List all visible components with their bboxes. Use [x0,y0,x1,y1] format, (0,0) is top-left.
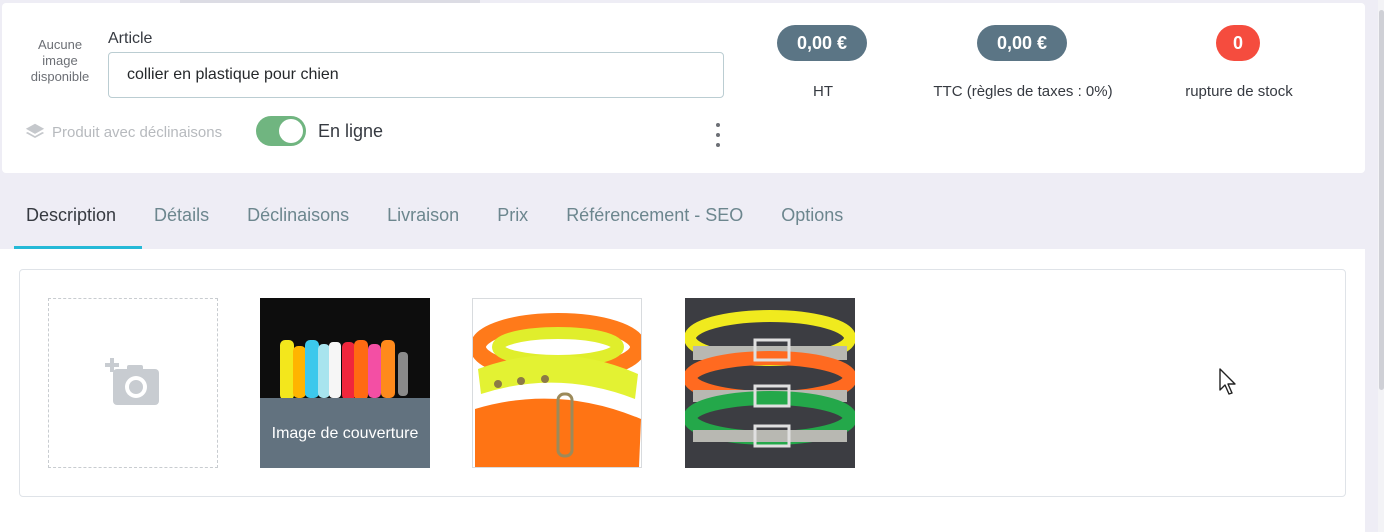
online-toggle[interactable] [256,116,306,146]
product-image-cover[interactable]: Image de couverture [260,298,430,468]
tab-livraison[interactable]: Livraison [375,193,485,249]
cover-image-label: Image de couverture [260,398,430,468]
tab-details[interactable]: Détails [142,193,235,249]
article-label: Article [108,30,153,47]
layers-icon [25,123,45,139]
price-ht-badge: 0,00 € [777,25,867,61]
price-ht-label: HT [813,83,833,100]
product-tabs: Description Détails Déclinaisons Livrais… [14,193,869,249]
product-name-input[interactable] [108,52,724,98]
more-options-icon[interactable] [710,121,726,149]
price-ttc-label: TTC (règles de taxes : 0%) [933,83,1113,100]
scrollbar-thumb[interactable] [1379,10,1384,390]
product-image-2[interactable] [472,298,642,468]
tab-prix[interactable]: Prix [485,193,554,249]
tab-description[interactable]: Description [14,193,143,249]
tab-options[interactable]: Options [769,193,869,249]
no-image-placeholder: Aucune image disponible [30,37,90,84]
variants-label: Produit avec déclinaisons [52,123,223,141]
variants-option[interactable]: Produit avec déclinaisons [24,120,222,144]
mouse-cursor-icon [1219,368,1236,395]
tab-declinaisons[interactable]: Déclinaisons [235,193,375,249]
collar-rolled-photo [473,299,641,467]
toggle-knob [279,119,303,143]
add-photo-icon [105,358,159,405]
images-dropzone [19,269,1346,497]
price-ttc-badge: 0,00 € [977,25,1067,61]
add-image-button[interactable] [48,298,218,468]
tab-seo[interactable]: Référencement - SEO [554,193,769,249]
stock-badge: 0 [1216,25,1260,61]
stock-label: rupture de stock [1185,83,1293,100]
online-label: En ligne [318,121,384,141]
product-image-3[interactable] [685,298,855,468]
collars-stacked-photo [685,298,855,468]
